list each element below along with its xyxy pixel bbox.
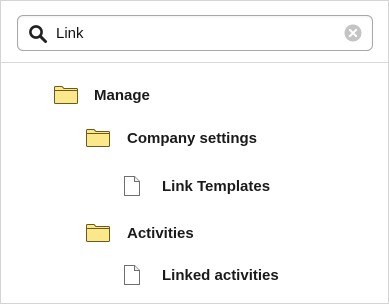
clear-icon[interactable] (344, 24, 362, 42)
tree-node-activities[interactable]: Activities (85, 222, 194, 244)
tree-node-label: Activities (127, 224, 194, 242)
tree-node-label: Company settings (127, 129, 258, 147)
tree-node-linked-activities[interactable]: Linked activities (123, 264, 279, 286)
search-box[interactable] (17, 15, 373, 51)
folder-icon (86, 224, 110, 242)
search-input[interactable] (56, 22, 326, 44)
document-icon (124, 176, 140, 196)
tree-node-label: Linked activities (162, 266, 279, 284)
tree-node-link-templates[interactable]: Link Templates (123, 175, 270, 197)
tree-search-panel: Manage Company settings Link Templates A… (0, 0, 389, 304)
tree-node-label: Manage (94, 86, 150, 104)
search-icon (29, 25, 47, 43)
folder-icon (86, 129, 110, 147)
tree-node-company-settings[interactable]: Company settings (85, 127, 257, 149)
folder-icon (54, 86, 78, 104)
tree-node-label: Link Templates (162, 177, 271, 195)
document-icon (124, 265, 140, 285)
tree-node-manage[interactable]: Manage (53, 84, 150, 106)
folder-tree: Manage Company settings Link Templates A… (1, 63, 388, 303)
